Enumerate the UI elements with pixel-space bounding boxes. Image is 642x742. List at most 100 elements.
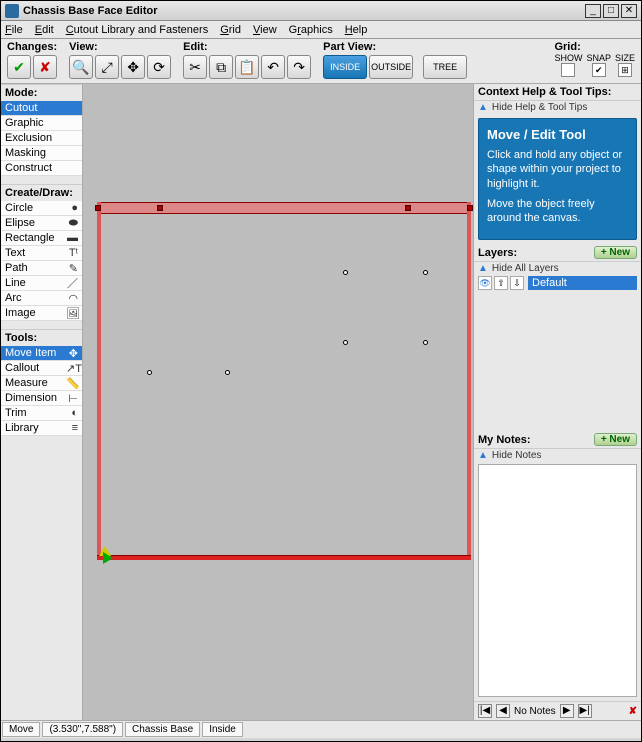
notes-next-button[interactable]: ▶ — [560, 704, 574, 718]
accept-button[interactable]: ✔ — [7, 55, 31, 79]
layer-name[interactable]: Default — [528, 276, 637, 290]
mode-graphic[interactable]: Graphic — [1, 116, 82, 131]
mode-section-label: Mode: — [1, 84, 82, 101]
help-paragraph-2: Move the object freely around the canvas… — [487, 197, 628, 226]
tool-library[interactable]: Library≡ — [1, 421, 82, 436]
grid-size-button[interactable]: ⊞ — [618, 63, 632, 77]
create-text[interactable]: TextTᵗ — [1, 246, 82, 261]
grid-show-checkbox[interactable] — [561, 63, 575, 77]
inside-button[interactable]: INSIDE — [323, 55, 367, 79]
tool-dimension[interactable]: Dimension⊢ — [1, 391, 82, 406]
zoom-in-button[interactable]: 🔍 — [69, 55, 93, 79]
create-image[interactable]: Image🖼 — [1, 306, 82, 321]
new-note-button[interactable]: + New — [594, 433, 637, 446]
hide-notes-toggle[interactable]: ▲Hide Notes — [474, 449, 641, 462]
help-box: Move / Edit Tool Click and hold any obje… — [478, 118, 637, 240]
hide-layers-toggle[interactable]: ▲Hide All Layers — [474, 262, 641, 275]
notes-prev-button[interactable]: ◀ — [496, 704, 510, 718]
grid-label: Grid: — [554, 41, 635, 53]
hole-marker[interactable] — [423, 270, 428, 275]
create-rectangle[interactable]: Rectangle▬ — [1, 231, 82, 246]
hole-marker[interactable] — [343, 270, 348, 275]
layer-visibility-icon[interactable]: 👁 — [478, 276, 492, 290]
create-path[interactable]: Path✎ — [1, 261, 82, 276]
hole-marker[interactable] — [225, 370, 230, 375]
zoom-fit-button[interactable]: ⤢ — [95, 55, 119, 79]
selection-handle[interactable] — [95, 205, 101, 211]
layer-down-icon[interactable]: ⇩ — [510, 276, 524, 290]
collapse-icon: ▲ — [478, 263, 488, 274]
tool-trim[interactable]: Trim◐ — [1, 406, 82, 421]
origin-x-arrow-icon — [103, 552, 113, 564]
hole-marker[interactable] — [343, 340, 348, 345]
partview-group: Part View: INSIDE OUTSIDE TREE — [323, 41, 467, 79]
create-circle[interactable]: Circle● — [1, 201, 82, 216]
notes-delete-button[interactable]: ✘ — [629, 706, 637, 717]
dimension-icon: ⊢ — [66, 392, 78, 405]
tool-callout[interactable]: Callout↗T — [1, 361, 82, 376]
menu-view[interactable]: View — [253, 24, 277, 36]
selection-handle[interactable] — [467, 205, 473, 211]
pan-button[interactable]: ✥ — [121, 55, 145, 79]
mode-exclusion[interactable]: Exclusion — [1, 131, 82, 146]
paste-button[interactable]: 📋 — [235, 55, 259, 79]
elipse-icon: ⬬ — [66, 217, 78, 230]
mode-construct[interactable]: Construct — [1, 161, 82, 176]
minimize-button[interactable]: _ — [585, 4, 601, 18]
status-bar: Move (3.530",7.588") Chassis Base Inside — [1, 720, 641, 738]
canvas[interactable] — [83, 84, 473, 720]
left-panel: Mode: Cutout Graphic Exclusion Masking C… — [1, 84, 83, 720]
outside-button[interactable]: OUTSIDE — [369, 55, 413, 79]
menu-file[interactable]: File — [5, 24, 23, 36]
grid-snap-checkbox[interactable]: ✔ — [592, 63, 606, 77]
create-section-label: Create/Draw: — [1, 184, 82, 201]
tool-move[interactable]: Move Item✥ — [1, 346, 82, 361]
mode-cutout[interactable]: Cutout — [1, 101, 82, 116]
chassis-part[interactable] — [97, 202, 471, 560]
menu-cutout[interactable]: Cutout Library and Fasteners — [66, 24, 208, 36]
notes-last-button[interactable]: ▶| — [578, 704, 592, 718]
mode-masking[interactable]: Masking — [1, 146, 82, 161]
tool-measure[interactable]: Measure📏 — [1, 376, 82, 391]
new-layer-button[interactable]: + New — [594, 246, 637, 259]
hide-help-toggle[interactable]: ▲Hide Help & Tool Tips — [474, 101, 641, 114]
menu-graphics[interactable]: Graphics — [289, 24, 333, 36]
notes-area[interactable] — [478, 464, 637, 697]
menu-edit[interactable]: Edit — [35, 24, 54, 36]
undo-button[interactable]: ↶ — [261, 55, 285, 79]
layer-up-icon[interactable]: ⇧ — [494, 276, 508, 290]
hole-marker[interactable] — [423, 340, 428, 345]
reject-button[interactable]: ✘ — [33, 55, 57, 79]
layers-header: Layers:+ New — [474, 244, 641, 262]
maximize-button[interactable]: □ — [603, 4, 619, 18]
cut-button[interactable]: ✂ — [183, 55, 207, 79]
notes-first-button[interactable]: |◀ — [478, 704, 492, 718]
create-line[interactable]: Line／ — [1, 276, 82, 291]
layer-row[interactable]: 👁 ⇧ ⇩ Default — [474, 275, 641, 291]
help-title: Move / Edit Tool — [487, 127, 628, 142]
text-icon: Tᵗ — [66, 247, 78, 259]
trim-icon: ◐ — [66, 407, 78, 419]
menu-grid[interactable]: Grid — [220, 24, 241, 36]
changes-group: Changes: ✔ ✘ — [7, 41, 57, 79]
image-icon: 🖼 — [66, 307, 78, 320]
library-icon: ≡ — [66, 422, 78, 434]
refresh-button[interactable]: ⟳ — [147, 55, 171, 79]
edit-group: Edit: ✂ ⧉ 📋 ↶ ↷ — [183, 41, 311, 79]
create-elipse[interactable]: Elipse⬬ — [1, 216, 82, 231]
notes-footer: |◀ ◀ No Notes ▶ ▶| ✘ — [474, 701, 641, 720]
selection-handle[interactable] — [157, 205, 163, 211]
selection-handle[interactable] — [405, 205, 411, 211]
chassis-bottom-edge — [97, 555, 471, 560]
hole-marker[interactable] — [147, 370, 152, 375]
copy-button[interactable]: ⧉ — [209, 55, 233, 79]
callout-icon: ↗T — [66, 362, 78, 375]
create-arc[interactable]: Arc◠ — [1, 291, 82, 306]
close-button[interactable]: ✕ — [621, 4, 637, 18]
edit-label: Edit: — [183, 41, 311, 53]
menu-help[interactable]: Help — [345, 24, 368, 36]
redo-button[interactable]: ↷ — [287, 55, 311, 79]
measure-icon: 📏 — [66, 377, 78, 390]
tree-button[interactable]: TREE — [423, 55, 467, 79]
notes-header: My Notes:+ New — [474, 431, 641, 449]
